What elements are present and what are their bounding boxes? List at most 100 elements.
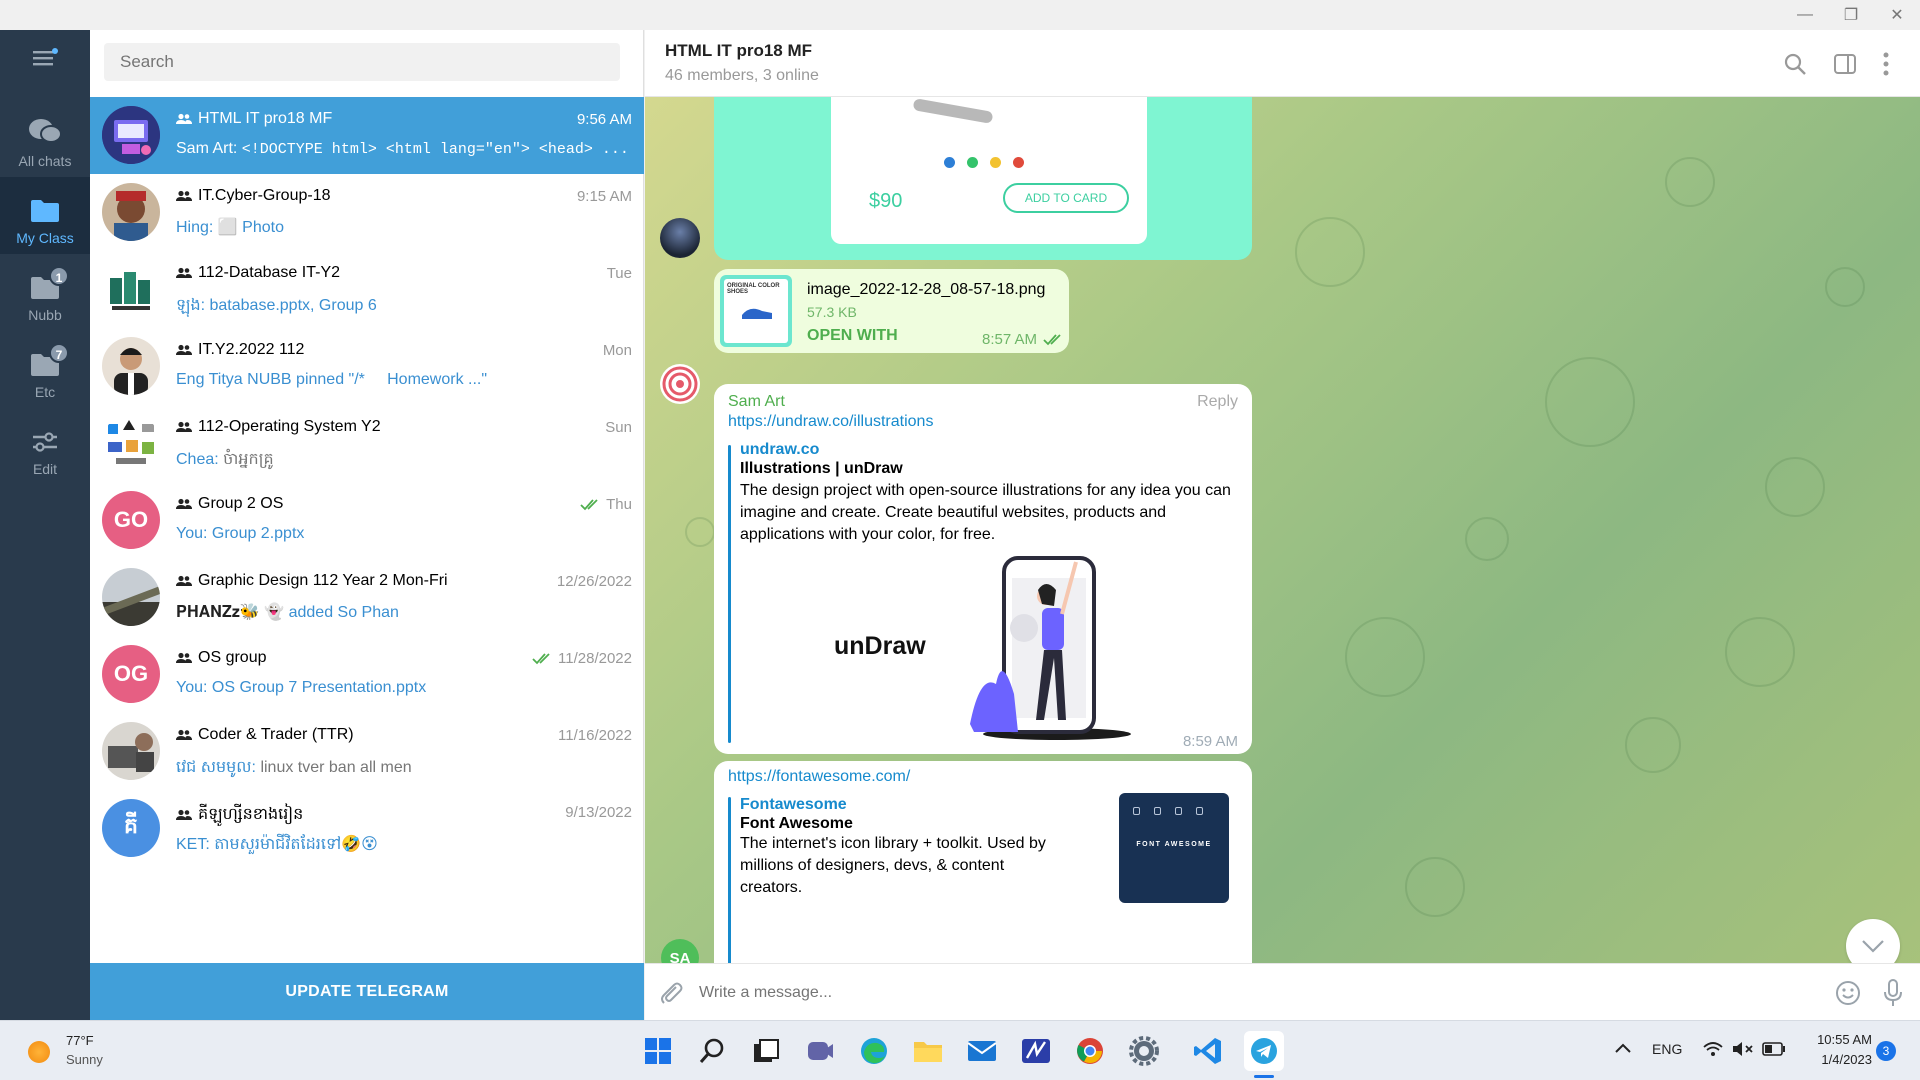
chat-name: IT.Cyber-Group-18 <box>176 187 331 205</box>
chat-row[interactable]: 112-Operating System Y2 Sun Chea: ចំាអ្ន… <box>90 405 644 482</box>
chat-row[interactable]: Coder & Trader (TTR) 11/16/2022 វេជ សមមូ… <box>90 713 644 790</box>
chat-row[interactable]: IT.Cyber-Group-18 9:15 AM Hing: ⬜ Photo <box>90 174 644 251</box>
folder-icon <box>31 200 59 222</box>
preview-site[interactable]: Fontawesome <box>740 796 847 814</box>
search-icon[interactable] <box>1783 52 1807 81</box>
preview-title: Font Awesome <box>740 815 853 832</box>
file-bubble[interactable]: ORIGINAL COLOR SHOES image_2022-12-28_08… <box>714 269 1069 353</box>
weather-temp[interactable]: 77°F <box>66 1033 94 1048</box>
attach-icon[interactable] <box>659 980 683 1011</box>
language-indicator[interactable]: ENG <box>1652 1041 1682 1057</box>
folder-my-class[interactable]: My Class <box>0 177 90 254</box>
chat-row[interactable]: GO Group 2 OS Thu You: Group 2.pptx <box>90 482 644 559</box>
chat-title: HTML IT pro18 MF <box>665 41 813 60</box>
sender-name[interactable]: Sam Art <box>728 393 785 411</box>
search-icon[interactable] <box>692 1031 732 1071</box>
chat-row[interactable]: Graphic Design 112 Year 2 Mon-Fri 12/26/… <box>90 559 644 636</box>
sender-avatar[interactable] <box>660 364 700 404</box>
chat-preview: 𝐏𝐇𝐀𝐍𝐙𝐳🐝 👻 added So Phan <box>176 604 399 621</box>
windows-taskbar: 77°F Sunny ENG 10:55 AM 1/4/2023 3 <box>0 1020 1920 1080</box>
thumb-text: FONT AWESOME <box>1136 841 1212 848</box>
unread-badge: 7 <box>49 343 69 363</box>
sun-icon[interactable] <box>28 1041 50 1063</box>
chat-time: Mon <box>602 342 632 359</box>
message-link[interactable]: https://undraw.co/illustrations <box>728 413 933 431</box>
update-telegram-button[interactable]: UPDATE TELEGRAM <box>90 963 644 1020</box>
emoji-icon[interactable] <box>1835 980 1861 1011</box>
weather-condition[interactable]: Sunny <box>66 1052 103 1067</box>
file-thumbnail[interactable]: ORIGINAL COLOR SHOES <box>720 275 792 347</box>
task-view-icon[interactable] <box>746 1031 786 1071</box>
menu-icon[interactable] <box>31 46 59 75</box>
double-check-icon <box>580 498 598 510</box>
chat-time: Tue <box>606 265 632 282</box>
color-dots <box>944 157 1024 168</box>
sender-avatar[interactable] <box>660 218 700 258</box>
preview-description: The internet's icon library + toolkit. U… <box>740 835 1046 896</box>
chat-background: $90 ADD TO CARD ORIGINAL COLOR SHOES ima… <box>645 97 1920 992</box>
wifi-icon[interactable] <box>1703 1041 1723 1062</box>
message-link[interactable]: https://fontawesome.com/ <box>728 768 910 786</box>
preview-site[interactable]: undraw.co <box>740 441 819 459</box>
message-bubble[interactable]: https://fontawesome.com/ Fontawesome Fon… <box>714 761 1252 992</box>
edge-icon[interactable] <box>854 1031 894 1071</box>
microphone-icon[interactable] <box>1883 978 1903 1013</box>
folder-etc[interactable]: Etc 7 <box>0 331 90 408</box>
chat-name: HTML IT pro18 MF <box>176 110 332 128</box>
notification-badge[interactable]: 3 <box>1876 1041 1896 1061</box>
reply-button[interactable]: Reply <box>1197 393 1238 411</box>
folder-all-chats[interactable]: All chats <box>0 100 90 177</box>
sidebar-toggle-icon[interactable] <box>1833 52 1857 81</box>
product-image-bubble[interactable]: $90 ADD TO CARD <box>714 97 1252 260</box>
volume-muted-icon[interactable] <box>1732 1041 1754 1062</box>
vscode-icon[interactable] <box>1188 1031 1228 1071</box>
minimize-button[interactable]: — <box>1782 0 1828 30</box>
chat-row[interactable]: 112-Database IT-Y2 Tue ឡុង: batabase.ppt… <box>90 251 644 328</box>
chat-time: Thu <box>580 496 632 513</box>
folder-label: My Class <box>16 230 74 246</box>
chat-row[interactable]: IT.Y2.2022 112 Mon Eng Titya NUBB pinned… <box>90 328 644 405</box>
message-input[interactable] <box>699 964 1779 1020</box>
clock-time[interactable]: 10:55 AM <box>1800 1032 1872 1047</box>
search-input[interactable] <box>104 43 620 81</box>
open-with-button[interactable]: OPEN WITH <box>807 327 898 345</box>
start-icon[interactable] <box>638 1031 678 1071</box>
preview-image[interactable]: unDraw <box>740 552 1236 744</box>
chat-name: Graphic Design 112 Year 2 Mon-Fri <box>176 572 448 590</box>
more-options-icon[interactable] <box>1881 50 1891 83</box>
folder-edit[interactable]: Edit <box>0 408 90 485</box>
window-title-bar: — ❐ ✕ <box>0 0 1920 30</box>
preview-thumbnail[interactable]: FONT AWESOME <box>1119 793 1229 903</box>
chevron-up-icon[interactable] <box>1614 1041 1632 1059</box>
chat-name: 112-Database IT-Y2 <box>176 264 340 282</box>
mail-icon[interactable] <box>962 1031 1002 1071</box>
clock-date[interactable]: 1/4/2023 <box>1800 1052 1872 1067</box>
close-button[interactable]: ✕ <box>1874 0 1920 30</box>
message-composer <box>645 963 1920 1020</box>
battery-icon[interactable] <box>1762 1042 1786 1061</box>
group-avatar: គី <box>102 799 160 857</box>
undraw-illustration <box>970 556 1131 740</box>
folder-label: All chats <box>18 153 72 169</box>
chat-header[interactable]: HTML IT pro18 MF 46 members, 3 online <box>645 30 1920 97</box>
chat-list-panel: HTML IT pro18 MF 9:56 AM Sam Art: <!DOCT… <box>90 30 644 1020</box>
chat-row[interactable]: OG OS group 11/28/2022 You: OS Group 7 P… <box>90 636 644 713</box>
telegram-taskbar-icon[interactable] <box>1244 1031 1284 1071</box>
chat-row[interactable]: គី គីឡូហ្សីនខាងរៀន 9/13/2022 KET: តាមសួរ… <box>90 790 644 867</box>
group-avatar <box>102 183 160 241</box>
preview-title: Illustrations | unDraw <box>740 460 903 477</box>
chat-time: 9:15 AM <box>576 188 632 205</box>
folder-nubb[interactable]: Nubb 1 <box>0 254 90 331</box>
whiteboard-icon[interactable] <box>1016 1031 1056 1071</box>
chat-time: 12/26/2022 <box>556 573 632 590</box>
chrome-icon[interactable] <box>1070 1031 1110 1071</box>
teams-chat-icon[interactable] <box>800 1031 840 1071</box>
settings-icon[interactable] <box>1124 1031 1164 1071</box>
restore-button[interactable]: ❐ <box>1828 0 1874 30</box>
file-explorer-icon[interactable] <box>908 1031 948 1071</box>
group-icon <box>176 421 192 432</box>
product-price: $90 <box>869 190 903 212</box>
message-bubble[interactable]: Sam Art Reply https://undraw.co/illustra… <box>714 384 1252 754</box>
chat-time: 9:56 AM <box>576 111 632 128</box>
chat-row[interactable]: HTML IT pro18 MF 9:56 AM Sam Art: <!DOCT… <box>90 97 644 174</box>
